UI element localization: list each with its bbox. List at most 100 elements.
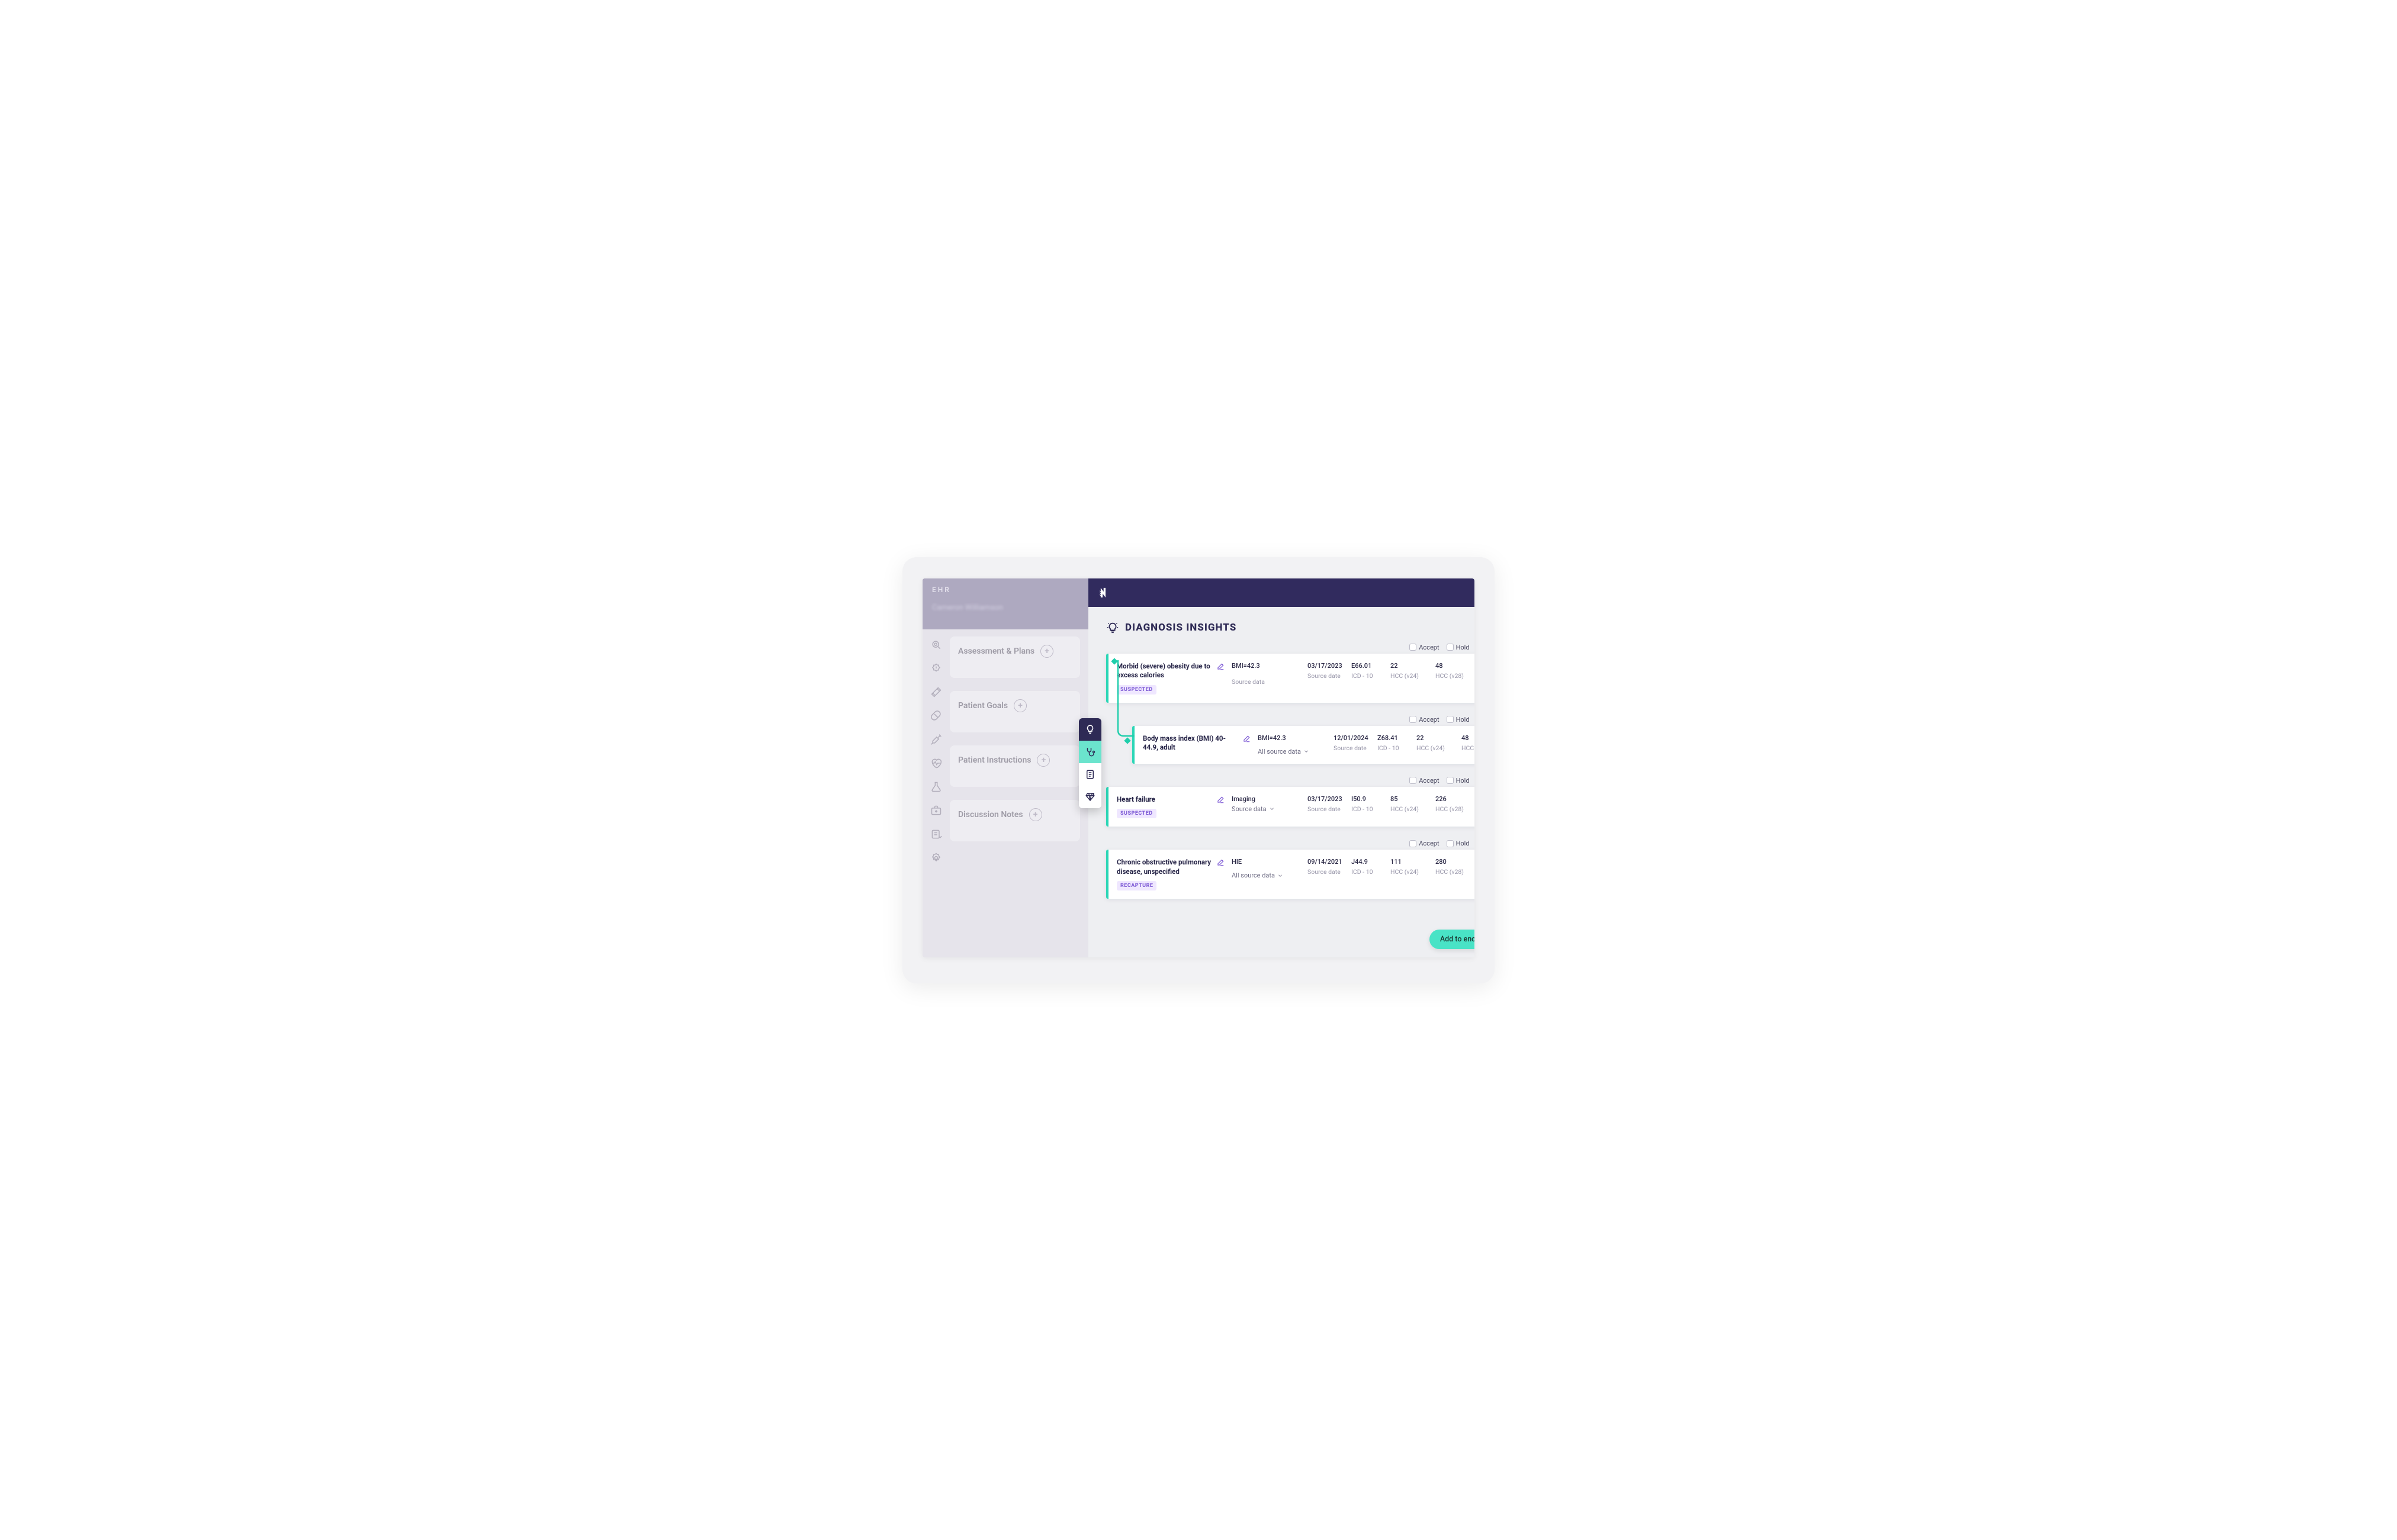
- date-col: 09/14/2021Source date: [1307, 858, 1347, 876]
- settings-badge-icon[interactable]: [930, 852, 942, 864]
- diagnosis-title: Heart failure: [1117, 795, 1212, 805]
- tool-document[interactable]: [1079, 763, 1101, 786]
- diagnosis-card[interactable]: Morbid (severe) obesity due to excess ca…: [1106, 654, 1474, 703]
- source-col: ImagingSource data: [1232, 795, 1303, 813]
- hcc24-col: 85HCC (v24): [1390, 795, 1431, 813]
- search-icon[interactable]: [930, 639, 942, 651]
- diagnosis-badge: SUSPECTED: [1117, 685, 1156, 695]
- cards-container: AcceptHoldRejectMorbid (severe) obesity …: [1106, 644, 1474, 899]
- source-col: HIEAll source data: [1232, 858, 1303, 879]
- diagnosis-title: Chronic obstructive pulmonary disease, u…: [1117, 858, 1212, 876]
- hcc24-col: 111HCC (v24): [1390, 858, 1431, 876]
- diagnosis-title-cell: Morbid (severe) obesity due to excess ca…: [1117, 662, 1212, 695]
- diagnosis-card[interactable]: Body mass index (BMI) 40-44.9, adultBMI=…: [1132, 726, 1474, 764]
- diagnosis-title: Morbid (severe) obesity due to excess ca…: [1117, 662, 1212, 680]
- hold-checkbox[interactable]: Hold: [1447, 716, 1470, 724]
- diagnosis-card-wrap: AcceptHoldRejectHeart failureSUSPECTEDIm…: [1106, 777, 1474, 827]
- device-frame: EHR Cameron Williamson: [902, 557, 1495, 983]
- plus-icon[interactable]: +: [1040, 645, 1053, 658]
- source-data-dropdown[interactable]: All source data: [1232, 872, 1303, 879]
- hcc28-col: 48HCC (v28): [1435, 662, 1471, 680]
- ehr-section-title: Assessment & Plans: [958, 647, 1034, 656]
- diagnosis-title-cell: Chronic obstructive pulmonary disease, u…: [1117, 858, 1212, 890]
- accept-checkbox[interactable]: Accept: [1409, 840, 1439, 847]
- ehr-header: EHR Cameron Williamson: [923, 578, 1088, 629]
- diagnosis-title-cell: Body mass index (BMI) 40-44.9, adult: [1143, 734, 1238, 753]
- ehr-section-assessment[interactable]: Assessment & Plans +: [950, 636, 1080, 678]
- accept-checkbox[interactable]: Accept: [1409, 716, 1439, 724]
- pill-icon[interactable]: [930, 710, 942, 722]
- edit-icon[interactable]: [1242, 734, 1253, 745]
- ehr-section-title: Patient Instructions: [958, 755, 1031, 765]
- side-toolbar: [1079, 718, 1101, 808]
- date-col: 12/01/2024Source date: [1334, 734, 1373, 752]
- syringe-icon[interactable]: [930, 734, 942, 745]
- diagnosis-card-wrap: AcceptHoldRejectChronic obstructive pulm…: [1106, 840, 1474, 899]
- source-col: BMI=42.3Source data: [1232, 662, 1303, 686]
- tool-insights[interactable]: [1079, 718, 1101, 741]
- plus-icon[interactable]: +: [1037, 754, 1050, 767]
- ehr-section-title: Patient Goals: [958, 701, 1008, 710]
- card-actions: AcceptHoldReject: [1132, 716, 1474, 724]
- diagnosis-badge: RECAPTURE: [1117, 881, 1156, 890]
- ehr-section-title: Discussion Notes: [958, 810, 1023, 819]
- tool-diamond[interactable]: [1079, 786, 1101, 808]
- date-col: 03/17/2023Source date: [1307, 795, 1347, 813]
- flask-icon[interactable]: [930, 781, 942, 793]
- checklist-icon[interactable]: [930, 828, 942, 840]
- add-to-encounter-button[interactable]: Add to encounter: [1429, 930, 1474, 949]
- hcc28-col: 48HCC (v28): [1461, 734, 1474, 752]
- edit-icon[interactable]: [1216, 662, 1227, 673]
- plus-icon[interactable]: +: [1029, 808, 1042, 821]
- source-data-dropdown[interactable]: Source data: [1232, 805, 1303, 813]
- ehr-section-instructions[interactable]: Patient Instructions +: [950, 745, 1080, 787]
- diagnosis-title: Body mass index (BMI) 40-44.9, adult: [1143, 734, 1238, 753]
- panel-header: [1088, 578, 1474, 607]
- plus-icon[interactable]: +: [1014, 699, 1027, 712]
- hold-checkbox[interactable]: Hold: [1447, 644, 1470, 651]
- edit-icon[interactable]: [1216, 795, 1227, 806]
- hcc24-col: 22HCC (v24): [1390, 662, 1431, 680]
- card-actions: AcceptHoldReject: [1106, 840, 1474, 847]
- lightbulb-icon: [1106, 621, 1119, 634]
- brand-logo-icon: [1098, 585, 1113, 600]
- page-title-text: DIAGNOSIS INSIGHTS: [1125, 622, 1236, 634]
- tool-stethoscope[interactable]: [1079, 741, 1101, 763]
- ehr-patient-name: Cameron Williamson: [932, 603, 1079, 612]
- medkit-icon[interactable]: [930, 805, 942, 816]
- diagnosis-badge: SUSPECTED: [1117, 809, 1156, 818]
- ehr-section-discussion[interactable]: Discussion Notes +: [950, 800, 1080, 841]
- icd10-col: J44.9ICD - 10: [1351, 858, 1386, 876]
- diagnosis-card-wrap: AcceptHoldRejectMorbid (severe) obesity …: [1106, 644, 1474, 703]
- ehr-app-title: EHR: [932, 586, 1079, 594]
- alert-icon[interactable]: [930, 663, 942, 674]
- icd10-col: Z68.41ICD - 10: [1377, 734, 1412, 752]
- ehr-icon-rail: [923, 629, 950, 957]
- hold-checkbox[interactable]: Hold: [1447, 777, 1470, 785]
- bandage-icon[interactable]: [930, 686, 942, 698]
- diagnosis-title-cell: Heart failure SUSPECTED: [1117, 795, 1212, 819]
- connector-dot: [1124, 737, 1130, 744]
- ehr-sections: Assessment & Plans + Patient Goals + Patie…: [950, 629, 1088, 957]
- ehr-section-goals[interactable]: Patient Goals +: [950, 691, 1080, 732]
- ehr-body: Assessment & Plans + Patient Goals + Patie…: [923, 629, 1088, 957]
- diagnosis-card-wrap: AcceptHoldRejectBody mass index (BMI) 40…: [1132, 716, 1474, 764]
- page-title: DIAGNOSIS INSIGHTS: [1106, 621, 1474, 634]
- insights-panel: DIAGNOSIS INSIGHTS AcceptHoldRejectMorbi…: [1088, 578, 1474, 957]
- diagnosis-card[interactable]: Chronic obstructive pulmonary disease, u…: [1106, 850, 1474, 899]
- diagnosis-card[interactable]: Heart failure SUSPECTED ImagingSource data…: [1106, 787, 1474, 827]
- accept-checkbox[interactable]: Accept: [1409, 644, 1439, 651]
- card-actions: AcceptHoldReject: [1106, 644, 1474, 651]
- hcc28-col: 226HCC (v28): [1435, 795, 1471, 813]
- source-data-dropdown[interactable]: All source data: [1258, 748, 1329, 755]
- hcc28-col: 280HCC (v28): [1435, 858, 1471, 876]
- screen: EHR Cameron Williamson: [923, 578, 1474, 957]
- icd10-col: I50.9ICD - 10: [1351, 795, 1386, 813]
- accept-checkbox[interactable]: Accept: [1409, 777, 1439, 785]
- date-col: 03/17/2023Source date: [1307, 662, 1347, 680]
- hold-checkbox[interactable]: Hold: [1447, 840, 1470, 847]
- icd10-col: E66.01ICD - 10: [1351, 662, 1386, 680]
- edit-icon[interactable]: [1216, 858, 1227, 869]
- heart-icon[interactable]: [930, 757, 942, 769]
- source-data-label: Source data: [1232, 678, 1303, 686]
